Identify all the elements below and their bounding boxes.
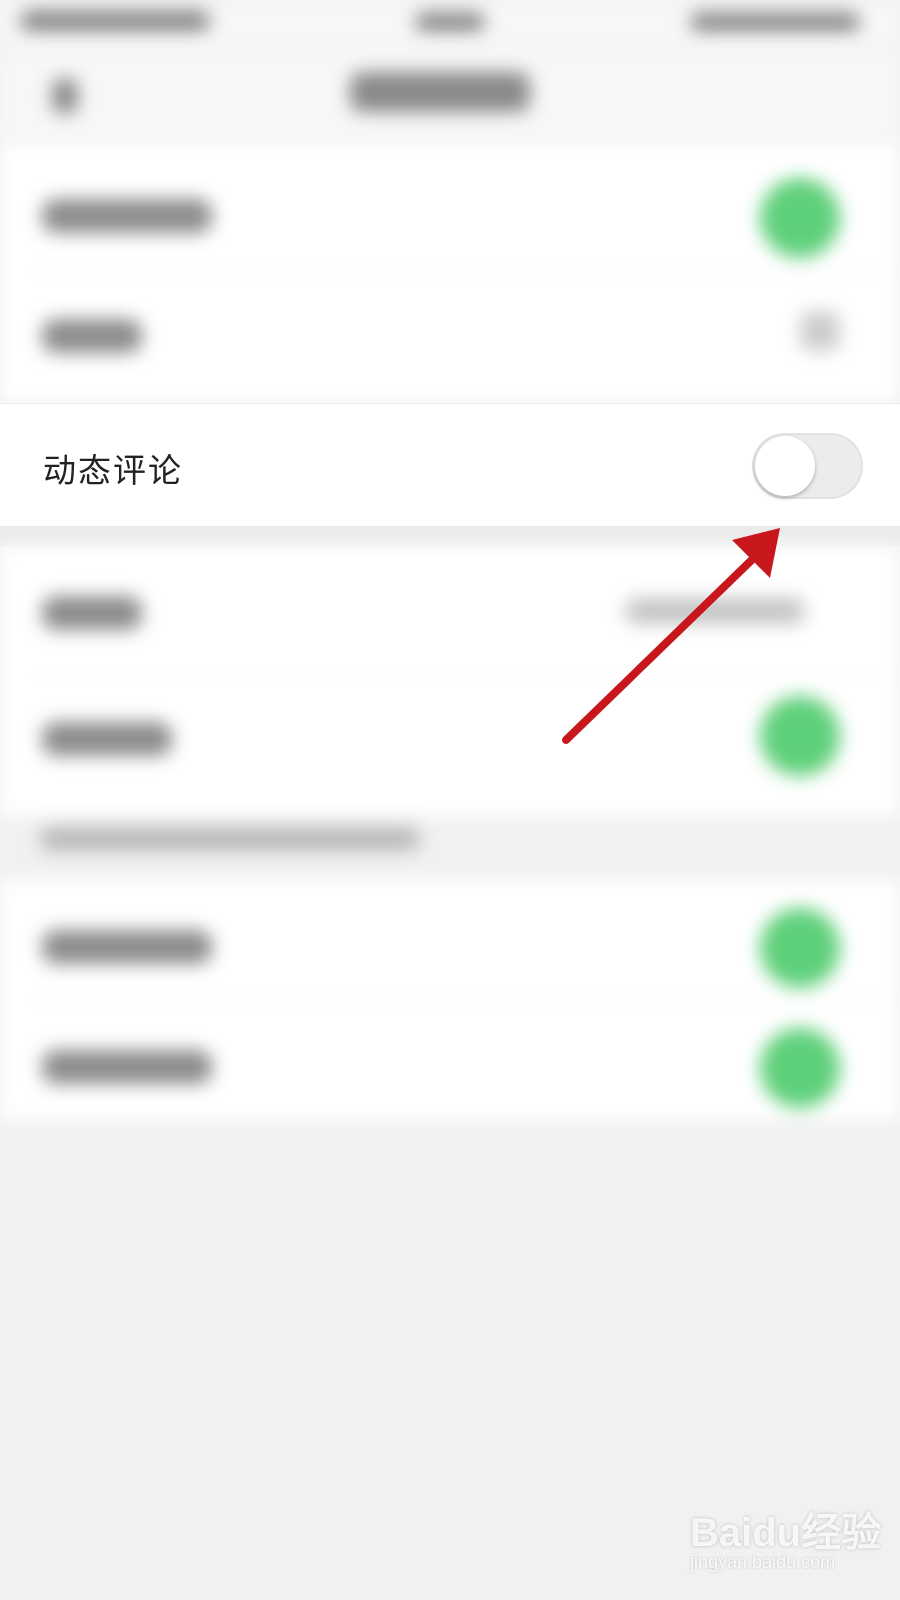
toggle-on-blur[interactable] <box>760 696 840 776</box>
setting-value-blur <box>625 598 805 624</box>
divider <box>32 676 900 677</box>
divider <box>32 273 900 274</box>
settings-group-middle <box>0 546 900 816</box>
setting-row-blur <box>42 1050 212 1084</box>
status-time-blur <box>415 12 485 32</box>
dynamic-comments-toggle[interactable] <box>752 433 863 499</box>
setting-row-blur <box>42 722 172 756</box>
nav-bar <box>0 48 900 143</box>
settings-group-bottom <box>0 880 900 1120</box>
toggle-knob <box>755 436 815 496</box>
setting-row-blur <box>42 596 142 630</box>
setting-row-blur <box>42 930 212 964</box>
watermark-logo: Baidu经验 <box>690 1511 882 1555</box>
baidu-jingyan-watermark: Baidu经验 jingyan.baidu.com <box>690 1500 890 1590</box>
settings-group-top <box>0 143 900 403</box>
status-bar <box>0 0 900 48</box>
setting-row-blur <box>42 199 212 233</box>
setting-label: 动态评论 <box>43 451 183 490</box>
divider <box>32 1000 900 1001</box>
watermark-url: jingyan.baidu.com <box>690 1552 836 1572</box>
back-icon[interactable] <box>52 78 78 114</box>
toggle-on-blur[interactable] <box>760 908 840 988</box>
toggle-on-blur[interactable] <box>760 178 840 258</box>
section-gap <box>0 526 900 546</box>
status-carrier-blur <box>20 10 210 32</box>
chevron-right-icon <box>800 311 840 351</box>
page-title-blur <box>350 72 530 112</box>
status-icons-blur <box>690 12 860 32</box>
toggle-on-blur[interactable] <box>760 1028 840 1108</box>
setting-row-blur <box>42 319 142 353</box>
setting-row-dynamic-comments[interactable]: 动态评论 <box>0 403 900 527</box>
section-footnote-blur <box>40 828 420 850</box>
